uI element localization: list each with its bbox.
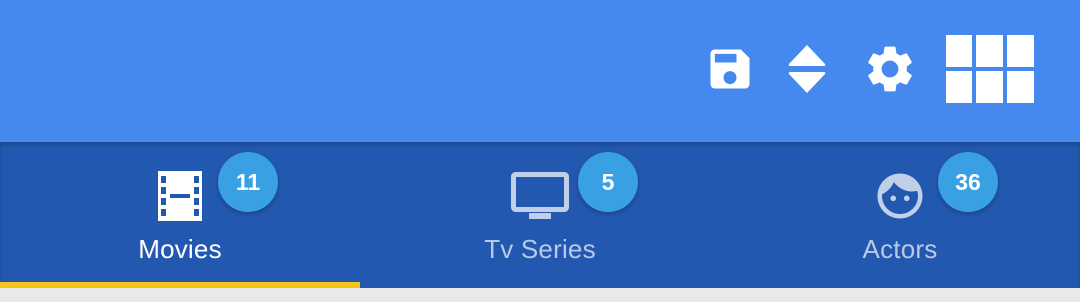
tab-tv-series[interactable]: 5 Tv Series xyxy=(360,142,720,288)
toolbar-actions xyxy=(704,34,1034,104)
grid-view-icon xyxy=(946,35,1034,103)
save-button[interactable] xyxy=(704,43,756,95)
tab-actors-label: Actors xyxy=(862,234,938,264)
grid-view-button[interactable] xyxy=(946,35,1034,103)
actors-count-badge: 36 xyxy=(938,152,998,212)
tab-movies[interactable]: 11 Movies xyxy=(0,142,360,288)
tv-series-count-badge: 5 xyxy=(578,152,638,212)
settings-icon xyxy=(868,46,912,92)
face-icon xyxy=(870,168,930,224)
sort-button[interactable] xyxy=(786,43,828,95)
tv-icon xyxy=(510,168,570,224)
save-icon xyxy=(710,49,750,89)
app-window: 11 Movies 5 Tv Series 36 Actors xyxy=(0,0,1080,302)
content-area-edge xyxy=(0,288,1080,302)
app-toolbar xyxy=(0,0,1080,142)
settings-button[interactable] xyxy=(862,41,918,97)
tab-bar: 11 Movies 5 Tv Series 36 Actors xyxy=(0,142,1080,288)
tab-tv-series-label: Tv Series xyxy=(484,234,596,264)
movie-film-icon xyxy=(150,168,210,224)
sort-icon xyxy=(788,45,826,93)
movies-count-badge: 11 xyxy=(218,152,278,212)
tab-actors[interactable]: 36 Actors xyxy=(720,142,1080,288)
tab-movies-label: Movies xyxy=(138,234,222,264)
